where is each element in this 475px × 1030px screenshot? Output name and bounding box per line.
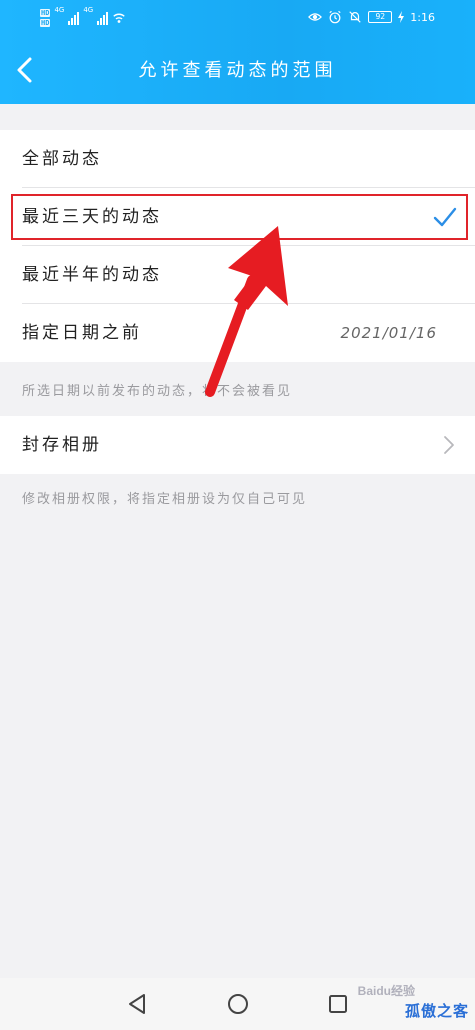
hd-tag: HD — [40, 19, 51, 27]
nav-recents-icon[interactable] — [324, 990, 352, 1018]
option-label: 全部动态 — [22, 149, 102, 169]
option-last-half-year[interactable]: 最近半年的动态 — [0, 246, 475, 304]
header: HD HD 4G 4G 92 1:16 允许查看动态的范围 — [0, 0, 475, 104]
site-watermark: 孤傲之客 — [404, 1002, 469, 1020]
album-hint: 修改相册权限，将指定相册设为仅自己可见 — [22, 492, 308, 507]
charging-icon — [398, 11, 405, 23]
status-left: HD HD 4G 4G — [40, 6, 126, 30]
nav-back-icon[interactable] — [124, 990, 152, 1018]
album-label: 封存相册 — [22, 435, 102, 455]
option-label: 最近三天的动态 — [22, 207, 162, 227]
alarm-icon — [329, 10, 341, 24]
status-right: 92 1:16 — [308, 8, 435, 26]
battery-level: 92 — [375, 12, 386, 21]
hd-tag: HD — [40, 9, 51, 17]
nav-home-icon[interactable] — [224, 990, 252, 1018]
network-label: 4G — [83, 6, 94, 14]
option-label: 指定日期之前 — [22, 323, 142, 343]
mute-bell-icon — [349, 11, 361, 23]
baidu-watermark: Baidu经验 — [357, 984, 415, 998]
selected-date: 2021/01/16 — [340, 324, 437, 342]
battery-icon: 92 — [368, 11, 393, 23]
signal-icon — [97, 11, 109, 25]
wifi-icon — [113, 13, 125, 23]
status-bar: HD HD 4G 4G 92 1:16 — [0, 0, 475, 34]
signal-icon — [68, 11, 80, 25]
album-row[interactable]: 封存相册 — [0, 416, 475, 474]
check-icon — [433, 207, 457, 227]
option-last-three-days[interactable]: 最近三天的动态 — [0, 188, 475, 246]
date-hint: 所选日期以前发布的动态，将不会被看见 — [22, 384, 293, 399]
option-all[interactable]: 全部动态 — [0, 130, 475, 188]
status-time: 1:16 — [410, 10, 435, 24]
eye-icon — [308, 13, 323, 21]
network-label: 4G — [54, 6, 65, 14]
option-label: 最近半年的动态 — [22, 265, 162, 285]
chevron-right-icon — [444, 436, 454, 454]
page-title: 允许查看动态的范围 — [138, 60, 337, 81]
option-before-date[interactable]: 指定日期之前 2021/01/16 — [0, 304, 475, 362]
visibility-options: 全部动态 最近三天的动态 最近半年的动态 指定日期之前 2021/01/16 — [0, 130, 475, 362]
hd-tags: HD HD — [40, 9, 51, 27]
